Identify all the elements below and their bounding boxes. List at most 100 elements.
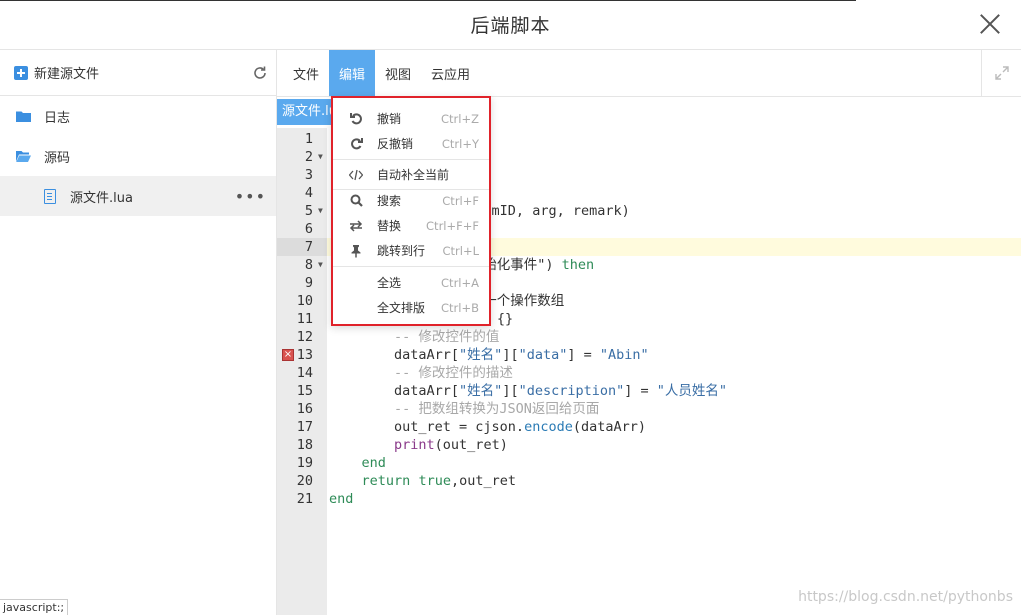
menu-item-redo[interactable]: 反撤销 Ctrl+Y [333,131,489,156]
line-number: 11 [296,311,313,327]
code-text: out_ret = cjson.encode(dataArr) [329,419,647,435]
code-text: dataArr["姓名"]["data"] = "Abin" [329,347,649,363]
line-number: 1 [304,131,313,147]
code-line[interactable]: 21 end [277,490,1021,508]
more-icon[interactable]: ••• [235,187,266,206]
line-number: 18 [296,437,313,453]
search-icon [349,194,363,208]
menu-view[interactable]: 视图 [375,50,421,96]
line-number: 7 [277,238,327,256]
code-line[interactable]: 20 return true,out_ret [277,472,1021,490]
swap-icon [349,219,363,233]
code-line[interactable]: 12 -- 修改控件的值 [277,328,1021,346]
folder-icon [16,111,31,122]
pin-icon [349,244,363,258]
menu-item-select-all[interactable]: 全选 Ctrl+A [333,270,489,295]
menu-item-shortcut: Ctrl+F+F [426,218,479,233]
window-title: 后端脚本 [470,15,551,37]
line-number: 16 [296,401,313,417]
menu-item-label: 跳转到行 [377,244,426,258]
close-icon[interactable] [977,11,1003,37]
menu-item-replace[interactable]: 替换 Ctrl+F+F [333,213,489,238]
refresh-icon[interactable] [252,65,268,81]
menu-item-autocomplete[interactable]: 自动补全当前 [333,162,489,187]
menu-item-shortcut: Ctrl+Z [441,111,479,126]
menu-item-label: 搜索 [377,194,402,208]
line-number: 9 [304,275,313,291]
code-text: -- 修改控件的描述 [329,365,513,381]
menu-item-undo[interactable]: 撤销 Ctrl+Z [333,106,489,131]
tab-lua-file[interactable]: 源文件.lua [277,99,337,125]
error-icon[interactable]: × [282,349,294,361]
menu-item-label: 撤销 [377,112,402,126]
line-number: 21 [296,491,313,507]
menu-item-shortcut: Ctrl+B [441,300,479,315]
line-number: 15 [296,383,313,399]
tree-item-lua-file[interactable]: 源文件.lua ••• [0,176,276,216]
menu-bar: 文件 编辑 视图 云应用 [277,50,1021,97]
menu-item-search[interactable]: 搜索 Ctrl+F [333,188,489,213]
menu-item-shortcut: Ctrl+F [442,193,479,208]
menu-cloud-app[interactable]: 云应用 [421,50,480,96]
line-number: 4 [304,185,313,201]
menu-item-label: 全选 [377,276,402,290]
menu-separator [333,159,489,160]
menu-item-shortcut: Ctrl+A [441,275,479,290]
tree-item-label: 源文件.lua [70,190,133,206]
code-text: dataArr["姓名"]["description"] = "人员姓名" [329,383,728,399]
fold-arrow-icon[interactable]: ▼ [318,256,323,274]
menu-item-format-all[interactable]: 全文排版 Ctrl+B [333,295,489,320]
menu-separator [333,266,489,267]
fold-arrow-icon[interactable]: ▼ [318,202,323,220]
tree-item-label: 日志 [44,110,71,126]
line-number: 19 [296,455,313,471]
new-file-button[interactable]: 新建源文件 [0,50,276,96]
menu-edit[interactable]: 编辑 [329,50,376,96]
tree-item-source[interactable]: 源码 [0,136,276,176]
watermark: https://blog.csdn.net/pythonbs [798,589,1013,605]
code-icon [349,168,363,182]
undo-icon [349,112,363,126]
code-line[interactable]: 13 × dataArr["姓名"]["data"] = "Abin" [277,346,1021,364]
code-line[interactable]: 19 end [277,454,1021,472]
line-number: 17 [296,419,313,435]
code-text: return true,out_ret [361,473,516,489]
menu-item-goto-line[interactable]: 跳转到行 Ctrl+L [333,238,489,263]
tree-item-label: 源码 [44,150,71,166]
menu-item-label: 自动补全当前 [377,168,450,182]
code-line[interactable]: 14 -- 修改控件的描述 [277,364,1021,382]
menu-item-label: 反撤销 [377,137,414,151]
code-text: -- 修改控件的值 [329,329,500,345]
code-line[interactable]: 16 -- 把数组转换为JSON返回给页面 [277,400,1021,418]
plus-icon [14,65,28,80]
top-border [0,0,856,1]
code-line[interactable]: 15 dataArr["姓名"]["description"] = "人员姓名" [277,382,1021,400]
tree-item-log[interactable]: 日志 [0,96,276,136]
line-number: 10 [296,293,313,309]
line-number: 3 [304,167,313,183]
title-bar: 后端脚本 [0,0,1021,50]
menu-file[interactable]: 文件 [283,50,329,96]
fullscreen-icon[interactable] [981,50,1021,96]
code-text: end [361,455,386,471]
line-number: 20 [296,473,313,489]
file-icon [44,188,56,204]
code-line[interactable]: 18 print(out_ret) [277,436,1021,454]
edit-dropdown-menu: 撤销 Ctrl+Z 反撤销 Ctrl+Y 自动补全当前 搜索 Ctrl+F 替换… [331,96,491,326]
line-number: 14 [296,365,313,381]
status-link: javascript:; [0,599,69,615]
folder-open-icon [16,151,31,162]
line-number: 6 [304,221,313,237]
menu-item-shortcut: Ctrl+Y [441,136,479,151]
new-file-label: 新建源文件 [34,67,100,82]
code-text: print(out_ret) [394,437,508,453]
menu-item-label: 全文排版 [377,301,426,315]
code-text: end [329,491,354,507]
redo-icon [349,137,363,151]
line-number: 12 [296,329,313,345]
code-text: -- 把数组转换为JSON返回给页面 [329,401,600,417]
fold-arrow-icon[interactable]: ▼ [318,148,323,166]
file-sidebar: 新建源文件 日志 源码 源文件.lua ••• [0,50,277,615]
code-line[interactable]: 17 out_ret = cjson.encode(dataArr) [277,418,1021,436]
menu-item-label: 替换 [377,219,402,233]
